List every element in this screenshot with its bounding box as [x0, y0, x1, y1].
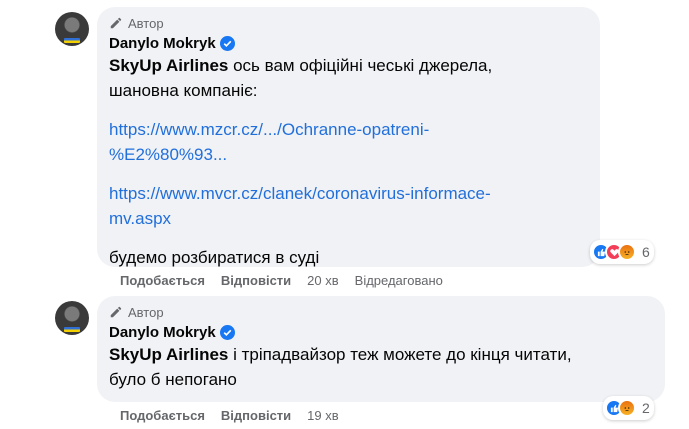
comment-bubble: Автор Danylo Mokryk SkyUp Airlines ось в…	[97, 7, 600, 267]
verified-badge-icon	[219, 36, 235, 51]
avatar[interactable]	[55, 301, 89, 335]
commenter-name[interactable]: Danylo Mokryk	[109, 35, 216, 52]
mention-link[interactable]: SkyUp Airlines	[109, 345, 228, 364]
mention-link[interactable]: SkyUp Airlines	[109, 56, 228, 75]
reaction-count: 6	[642, 244, 650, 260]
link-1-line-1[interactable]: https://www.mzcr.cz/.../Ochranne-opatren…	[109, 117, 588, 142]
link-2-line-2[interactable]: mv.aspx	[109, 206, 588, 231]
author-tag-label: Автор	[128, 15, 164, 31]
link-1-line-2[interactable]: %E2%80%93...	[109, 142, 588, 167]
comment-actions: Подобається Відповісти 20 хв Відредагова…	[120, 271, 443, 289]
timestamp[interactable]: 19 хв	[307, 408, 338, 423]
reactions-summary[interactable]: 6	[590, 240, 654, 264]
text-line-2: було б непогано	[109, 370, 237, 389]
pencil-icon	[110, 306, 122, 318]
link-2[interactable]: https://www.mvcr.cz/clanek/coronavirus-i…	[109, 181, 588, 231]
timestamp[interactable]: 20 хв	[307, 273, 338, 288]
reply-button[interactable]: Відповісти	[221, 273, 291, 288]
verified-badge-icon	[219, 325, 235, 340]
like-button[interactable]: Подобається	[120, 408, 205, 423]
commenter-name[interactable]: Danylo Mokryk	[109, 324, 216, 341]
edited-label[interactable]: Відредаговано	[355, 273, 443, 288]
angry-icon	[618, 399, 636, 417]
text-line-2: шановна компаніє:	[109, 81, 258, 100]
reply-button[interactable]: Відповісти	[221, 408, 291, 423]
like-button[interactable]: Подобається	[120, 273, 205, 288]
text-tail: будемо розбиратися в суді	[109, 248, 320, 267]
reaction-count: 2	[642, 400, 650, 416]
author-badge: Автор	[109, 15, 588, 31]
text-line-1: ось вам офіційні чеські джерела,	[228, 56, 493, 75]
pencil-icon	[110, 17, 122, 29]
comment-bubble: Автор Danylo Mokryk SkyUp Airlines і трі…	[97, 296, 665, 402]
comment-text: SkyUp Airlines і тріпадвайзор теж можете…	[109, 342, 653, 392]
link-2-line-1[interactable]: https://www.mvcr.cz/clanek/coronavirus-i…	[109, 181, 588, 206]
author-tag-label: Автор	[128, 304, 164, 320]
author-badge: Автор	[109, 304, 653, 320]
link-1[interactable]: https://www.mzcr.cz/.../Ochranne-opatren…	[109, 117, 588, 167]
reactions-summary[interactable]: 2	[603, 396, 654, 420]
comment-actions: Подобається Відповісти 19 хв	[120, 406, 339, 424]
angry-icon	[618, 243, 636, 261]
comment-text: SkyUp Airlines ось вам офіційні чеські д…	[109, 53, 588, 103]
text-line-1: і тріпадвайзор теж можете до кінця читат…	[228, 345, 572, 364]
avatar[interactable]	[55, 12, 89, 46]
